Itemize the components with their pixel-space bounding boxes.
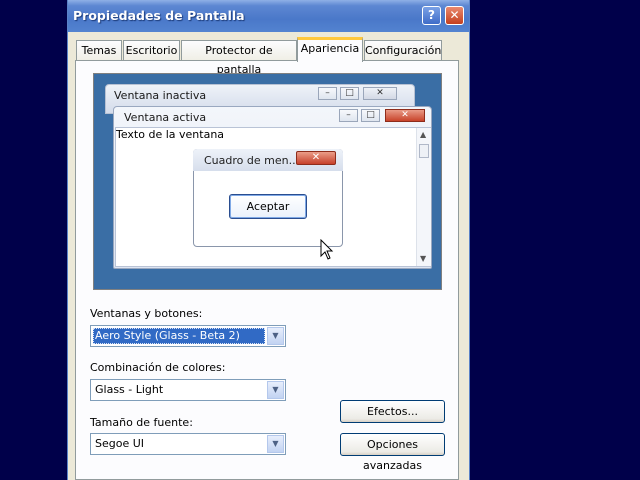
windows-buttons-label: Ventanas y botones: xyxy=(90,307,203,320)
preview-ok-button: Aceptar xyxy=(229,194,307,219)
font-size-select[interactable]: Segoe UI ▼ xyxy=(90,433,286,455)
tab-protector-de-pantalla[interactable]: Protector de pantalla xyxy=(181,40,297,76)
maximize-icon: □ xyxy=(361,109,380,122)
close-icon: ✕ xyxy=(296,151,336,165)
mouse-pointer-icon xyxy=(320,239,334,260)
maximize-icon: □ xyxy=(340,87,359,100)
chevron-down-icon[interactable]: ▼ xyxy=(267,435,284,453)
chevron-down-icon[interactable]: ▼ xyxy=(267,381,284,399)
scroll-thumb xyxy=(419,144,429,158)
title-bar[interactable]: Propiedades de Pantalla ? ✕ xyxy=(68,0,469,32)
message-box-title: Cuadro de men... xyxy=(204,154,300,167)
font-size-value: Segoe UI xyxy=(95,437,145,450)
active-window-title: Ventana activa xyxy=(124,111,207,124)
close-button[interactable]: ✕ xyxy=(445,6,464,25)
preview-scrollbar: ▲ ▼ xyxy=(416,128,431,266)
tab-apariencia[interactable]: Apariencia xyxy=(297,37,363,62)
tab-configuracion[interactable]: Configuración xyxy=(364,40,442,60)
tab-escritorio[interactable]: Escritorio xyxy=(123,40,180,60)
advanced-options-button[interactable]: Opciones avanzadas xyxy=(340,433,445,472)
window-text-sample: Texto de la ventana xyxy=(116,128,225,141)
windows-buttons-value: Aero Style (Glass - Beta 2) xyxy=(93,328,265,344)
close-icon: ✕ xyxy=(363,87,397,100)
help-button[interactable]: ? xyxy=(422,6,441,25)
windows-buttons-select[interactable]: Aero Style (Glass - Beta 2) ▼ xyxy=(90,325,286,347)
color-scheme-value: Glass - Light xyxy=(95,383,164,396)
font-size-label: Tamaño de fuente: xyxy=(90,416,193,429)
chevron-down-icon[interactable]: ▼ xyxy=(267,327,284,345)
effects-button[interactable]: Efectos... xyxy=(340,400,445,423)
scroll-down-icon: ▼ xyxy=(420,254,427,263)
color-scheme-select[interactable]: Glass - Light ▼ xyxy=(90,379,286,401)
minimize-icon: – xyxy=(339,109,358,122)
close-icon: ✕ xyxy=(385,109,425,122)
window-title: Propiedades de Pantalla xyxy=(73,8,245,23)
scroll-up-icon: ▲ xyxy=(420,130,427,139)
minimize-icon: – xyxy=(318,87,337,100)
tab-temas[interactable]: Temas xyxy=(76,40,122,60)
inactive-window-title: Ventana inactiva xyxy=(114,89,207,102)
color-scheme-label: Combinación de colores: xyxy=(90,361,226,374)
